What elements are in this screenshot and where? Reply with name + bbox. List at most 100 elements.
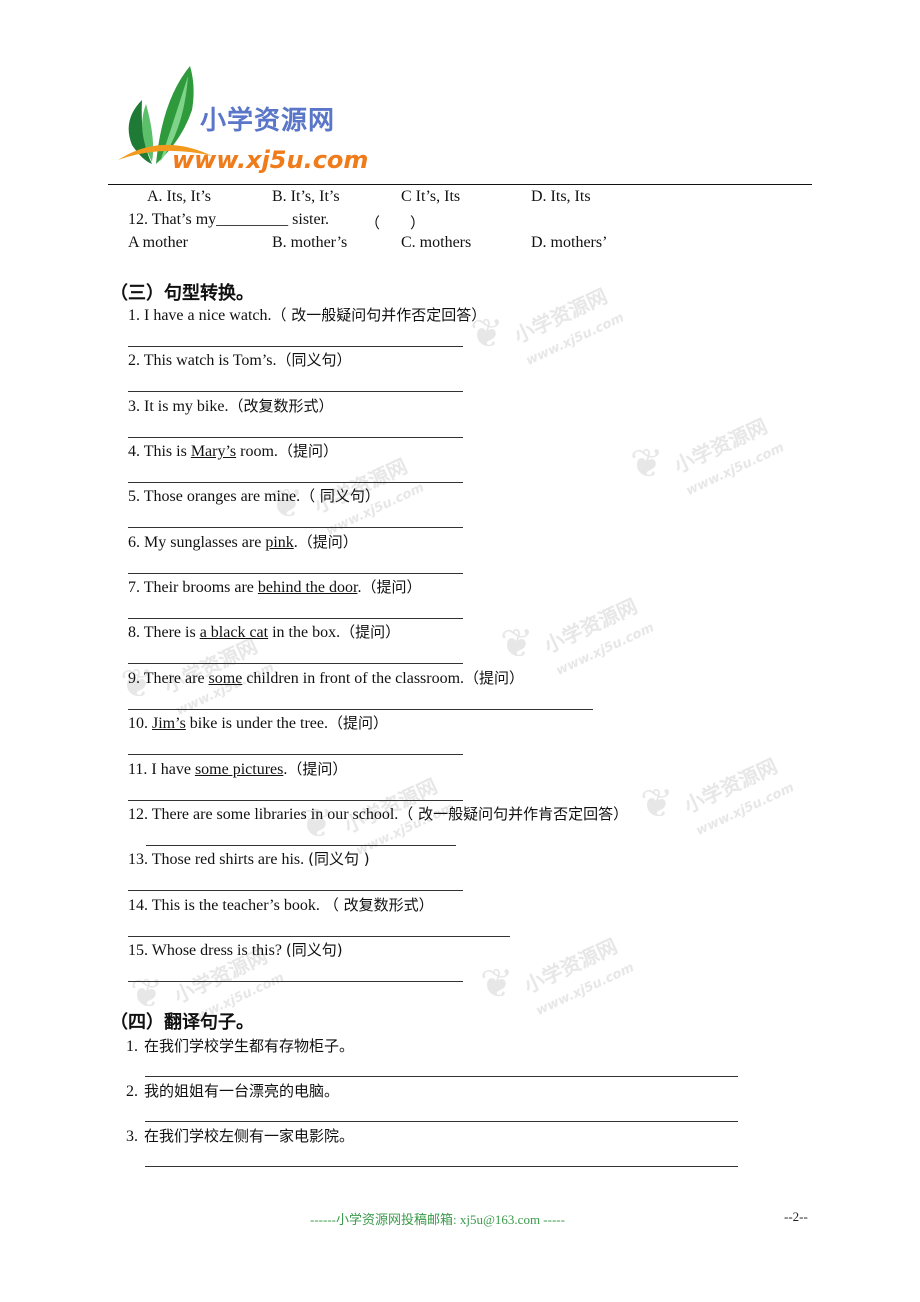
answer-line[interactable] — [128, 754, 463, 755]
instruction-note: （ 同义句） — [300, 487, 380, 505]
question-item: 4. This is Mary’s room.（提问） — [128, 441, 338, 462]
underlined-target: behind the door — [257, 579, 358, 596]
question-text-rest: room. — [236, 443, 278, 460]
watermark-leaf-icon: ❦ — [630, 441, 664, 486]
logo-url: www.xj5u.com — [172, 146, 369, 174]
answer-line[interactable] — [128, 890, 463, 891]
instruction-note: (同义句) — [285, 941, 343, 959]
item-number: 3. — [126, 1128, 138, 1145]
option-c: C It’s, Its — [401, 188, 461, 205]
answer-line[interactable] — [128, 482, 463, 483]
instruction-note: （提问） — [327, 714, 388, 732]
question-item: 13. Those red shirts are his. (同义句 ) — [128, 849, 370, 870]
instruction-note: (同义句 ) — [308, 850, 370, 868]
underlined-target: some pictures — [194, 761, 284, 778]
answer-line[interactable] — [128, 981, 463, 982]
question-text: 3. It is my bike. — [128, 398, 229, 415]
section-heading: （四）翻译句子。 — [110, 1012, 254, 1033]
answer-line[interactable] — [146, 845, 456, 846]
answer-line[interactable] — [145, 1076, 738, 1077]
question-text-rest: in the box. — [268, 624, 341, 641]
page-number: --2-- — [784, 1209, 808, 1224]
option-b: B. mother’s — [272, 234, 348, 251]
question-item: 9. There are some children in front of t… — [128, 668, 524, 689]
question-item: 7. Their brooms are behind the door.（提问） — [128, 577, 421, 598]
underlined-target: Mary’s — [190, 443, 237, 460]
watermark: ❦ 小学资源网 www.xj5u.com — [480, 933, 637, 1019]
question-text: 9. There are — [128, 670, 209, 687]
question-text: 11. I have — [128, 761, 195, 778]
underlined-target: pink — [265, 534, 294, 551]
answer-line[interactable] — [128, 709, 593, 710]
answer-line[interactable] — [145, 1121, 738, 1122]
instruction-note: （ 改一般疑问句并作肯否定回答） — [398, 805, 629, 823]
answer-line[interactable] — [128, 391, 463, 392]
question-text: 5. Those oranges are mine. — [128, 488, 301, 505]
question-text: 14. This is the teacher’s book. — [128, 897, 324, 914]
watermark: ❦ 小学资源网 www.xj5u.com — [470, 283, 627, 369]
answer-line[interactable] — [145, 1166, 738, 1167]
question-text: 8. There is — [128, 624, 200, 641]
instruction-note: （提问） — [297, 533, 358, 551]
translation-item: 2. 我的姐姐有一台漂亮的电脑。 — [126, 1081, 339, 1102]
instruction-note: （ 改复数形式） — [323, 896, 434, 914]
chinese-sentence: 在我们学校左侧有一家电影院。 — [144, 1127, 355, 1145]
section-heading: （三）句型转换。 — [110, 283, 254, 304]
option-b: B. It’s, It’s — [272, 188, 340, 205]
question-item: 3. It is my bike.（改复数形式） — [128, 396, 333, 417]
site-logo: 小学资源网 www.xj5u.com — [112, 60, 368, 180]
watermark-leaf-icon: ❦ — [480, 961, 514, 1006]
option-a: A. Its, It’s — [147, 188, 211, 205]
question-text: 13. Those red shirts are his. — [128, 851, 309, 868]
instruction-note: （ 改一般疑问句并作否定回答） — [271, 306, 487, 324]
footer-text: ------小学资源网投稿邮箱: xj5u@163.com ----- — [310, 1212, 565, 1227]
answer-paren: （ ） — [365, 214, 426, 232]
question-text: 12. There are some libraries in our scho… — [128, 806, 399, 823]
question-item: 2. This watch is Tom’s.（同义句） — [128, 350, 352, 371]
question-text: 6. My sunglasses are — [128, 534, 266, 551]
question-item: 14. This is the teacher’s book. （ 改复数形式） — [128, 895, 434, 916]
question-item: 5. Those oranges are mine.（ 同义句） — [128, 486, 380, 507]
option-c: C. mothers — [401, 234, 472, 251]
option-d: D. Its, Its — [531, 188, 591, 205]
question-item: 6. My sunglasses are pink.（提问） — [128, 532, 358, 553]
question-item: 11. I have some pictures.（提问） — [128, 759, 347, 780]
question-item: 12. There are some libraries in our scho… — [128, 804, 628, 825]
logo-name: 小学资源网 — [200, 106, 336, 136]
chinese-sentence: 我的姐姐有一台漂亮的电脑。 — [144, 1082, 340, 1100]
answer-line[interactable] — [128, 346, 463, 347]
question-prompt: 12. That’s my_________ sister. — [128, 211, 330, 228]
question-item: 1. I have a nice watch.（ 改一般疑问句并作否定回答） — [128, 305, 486, 326]
item-number: 1. — [126, 1038, 138, 1055]
instruction-note: （提问） — [287, 760, 348, 778]
question-text: 1. I have a nice watch. — [128, 307, 272, 324]
answer-line[interactable] — [128, 663, 463, 664]
question-text: 7. Their brooms are — [128, 579, 258, 596]
question-text: 15. Whose dress is this? — [128, 942, 286, 959]
header-divider — [108, 184, 812, 185]
answer-line[interactable] — [128, 800, 463, 801]
question-item: 15. Whose dress is this? (同义句) — [128, 940, 343, 961]
watermark-leaf-icon: ❦ — [640, 781, 674, 826]
question-text: 2. This watch is Tom’s. — [128, 352, 277, 369]
watermark: ❦ 小学资源网 www.xj5u.com — [640, 753, 797, 839]
question-item: 8. There is a black cat in the box.（提问） — [128, 622, 400, 643]
underlined-target: a black cat — [199, 624, 269, 641]
chinese-sentence: 在我们学校学生都有存物柜子。 — [144, 1037, 355, 1055]
answer-line[interactable] — [128, 618, 463, 619]
answer-line[interactable] — [128, 936, 510, 937]
instruction-note: （提问） — [361, 578, 422, 596]
answer-line[interactable] — [128, 527, 463, 528]
watermark: ❦ 小学资源网 www.xj5u.com — [500, 593, 657, 679]
answer-line[interactable] — [128, 437, 463, 438]
instruction-note: （提问） — [340, 623, 401, 641]
item-number: 2. — [126, 1083, 138, 1100]
underlined-target: some — [208, 670, 243, 687]
answer-line[interactable] — [128, 573, 463, 574]
option-d: D. mothers’ — [531, 234, 608, 251]
instruction-note: （同义句） — [276, 351, 352, 369]
instruction-note: （提问） — [277, 442, 338, 460]
question-text-rest: children in front of the classroom. — [242, 670, 465, 687]
question-text: 4. This is — [128, 443, 191, 460]
question-text: 10. — [128, 715, 152, 732]
